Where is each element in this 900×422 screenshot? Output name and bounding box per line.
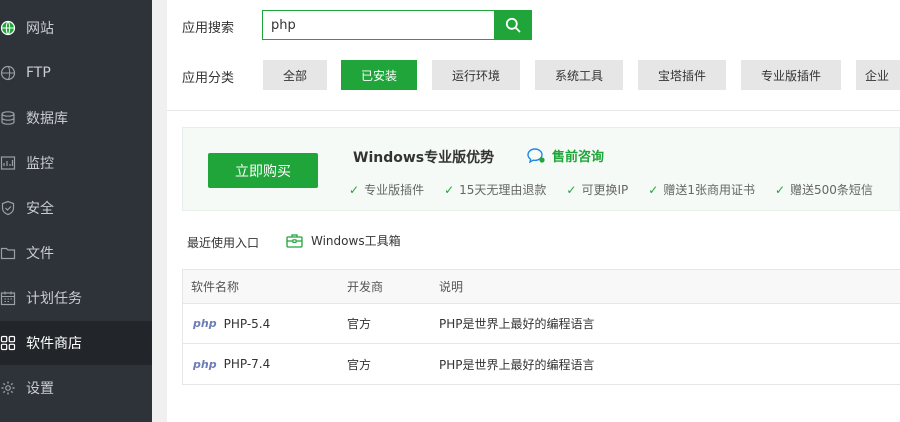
table-header: 软件名称 开发商 说明 <box>183 270 900 304</box>
search-button[interactable] <box>494 10 532 40</box>
category-label: 应用分类 <box>182 71 235 86</box>
sidebar-item-monitor[interactable]: 监控 <box>0 141 152 185</box>
software-name-cell: php PHP-7.4 <box>183 357 347 371</box>
table-row[interactable]: php PHP-5.4 官方 PHP是世界上最好的编程语言 <box>183 304 900 344</box>
folder-icon <box>0 245 16 261</box>
globe-icon <box>0 20 16 36</box>
table-row[interactable]: php PHP-7.4 官方 PHP是世界上最好的编程语言 <box>183 344 900 384</box>
column-header-description[interactable]: 说明 <box>439 278 900 295</box>
buy-now-button[interactable]: 立即购买 <box>208 153 318 188</box>
search-icon <box>505 17 521 33</box>
category-system-tools[interactable]: 系统工具 <box>535 60 623 90</box>
sidebar-item-label: 计划任务 <box>26 291 82 307</box>
shield-icon <box>0 200 16 216</box>
main-content: 应用搜索 应用分类 全部 已安装 运行环境 系统工具 宝塔插件 专业版插件 企业… <box>152 0 900 422</box>
sidebar-item-label: 网站 <box>26 21 54 37</box>
ftp-icon <box>0 65 16 81</box>
description-cell: PHP是世界上最好的编程语言 <box>439 357 595 372</box>
consult-label: 售前咨询 <box>552 150 605 165</box>
calendar-icon <box>0 290 16 306</box>
feature-label: 专业版插件 <box>364 183 425 197</box>
promo-title: Windows专业版优势 <box>353 150 495 166</box>
category-runtime[interactable]: 运行环境 <box>432 60 520 90</box>
sidebar-item-ftp[interactable]: FTP <box>0 51 152 95</box>
feature-item: ✓ 可更换IP <box>566 181 628 198</box>
sidebar-item-label: 监控 <box>26 156 54 172</box>
column-header-name[interactable]: 软件名称 <box>183 278 347 295</box>
check-icon: ✓ <box>774 182 786 197</box>
grid-icon <box>0 335 16 351</box>
feature-item: ✓ 赠送500条短信 <box>775 181 873 198</box>
feature-item: ✓ 15天无理由退款 <box>444 181 546 198</box>
feature-item: ✓ 赠送1张商用证书 <box>648 181 755 198</box>
database-icon <box>0 110 16 126</box>
pro-promo-banner: 立即购买 Windows专业版优势 售前咨询 ✓ 专业版插件 ✓ 15天无理由退款 … <box>182 127 900 211</box>
category-enterprise[interactable]: 企业 <box>856 60 900 90</box>
category-pro-plugins[interactable]: 专业版插件 <box>741 60 841 90</box>
chat-icon <box>527 147 545 163</box>
software-table: 软件名称 开发商 说明 php PHP-5.4 官方 PHP是世界上最好的编程语… <box>182 269 900 385</box>
gear-icon <box>0 380 16 396</box>
sidebar-item-database[interactable]: 数据库 <box>0 96 152 140</box>
sidebar-item-cron[interactable]: 计划任务 <box>0 276 152 320</box>
sidebar-item-files[interactable]: 文件 <box>0 231 152 275</box>
sidebar: 网站 FTP 数据库 监控 安全 文件 计划任务 软件商店 设置 <box>0 0 152 422</box>
sidebar-item-label: FTP <box>26 65 51 81</box>
sidebar-item-label: 软件商店 <box>26 336 82 352</box>
search-input[interactable] <box>262 10 494 40</box>
sidebar-item-settings[interactable]: 设置 <box>0 366 152 410</box>
monitor-icon <box>0 155 16 171</box>
software-name[interactable]: PHP-5.4 <box>224 317 271 331</box>
check-icon: ✓ <box>566 182 577 197</box>
description-cell: PHP是世界上最好的编程语言 <box>439 317 595 331</box>
presales-consult-link[interactable]: 售前咨询 <box>526 146 604 165</box>
check-icon: ✓ <box>444 182 455 197</box>
windows-toolbox-link[interactable]: Windows工具箱 <box>286 232 401 249</box>
feature-list: ✓ 专业版插件 ✓ 15天无理由退款 ✓ 可更换IP ✓ 赠送1张商用证书 ✓ 赠送500… <box>349 181 893 198</box>
software-name[interactable]: PHP-7.4 <box>224 357 271 371</box>
sidebar-item-security[interactable]: 安全 <box>0 186 152 230</box>
search-label: 应用搜索 <box>182 21 235 36</box>
software-name-cell: php PHP-5.4 <box>183 317 347 331</box>
sidebar-item-label: 数据库 <box>26 111 68 127</box>
feature-label: 赠送1张商用证书 <box>663 183 755 197</box>
feature-label: 赠送500条短信 <box>790 183 873 197</box>
sidebar-item-label: 设置 <box>26 381 54 397</box>
category-installed[interactable]: 已安装 <box>341 60 417 90</box>
feature-label: 15天无理由退款 <box>459 183 547 197</box>
recent-entry-label: 最近使用入口 <box>187 236 260 250</box>
php-logo-icon: php <box>193 317 217 330</box>
sidebar-item-label: 文件 <box>26 246 54 262</box>
sidebar-item-website[interactable]: 网站 <box>0 6 152 50</box>
sidebar-item-label: 安全 <box>26 201 54 217</box>
vendor-cell: 官方 <box>347 357 372 372</box>
check-icon: ✓ <box>648 182 659 197</box>
check-icon: ✓ <box>349 182 360 197</box>
vendor-cell: 官方 <box>347 317 372 331</box>
feature-item: ✓ 专业版插件 <box>349 181 424 198</box>
toolbox-label: Windows工具箱 <box>311 234 401 248</box>
content-panel: 立即购买 Windows专业版优势 售前咨询 ✓ 专业版插件 ✓ 15天无理由退款 … <box>167 110 900 422</box>
feature-label: 可更换IP <box>581 183 629 197</box>
php-logo-icon: php <box>193 357 217 371</box>
column-header-vendor[interactable]: 开发商 <box>347 278 439 295</box>
sidebar-item-software-store[interactable]: 软件商店 <box>0 321 152 365</box>
category-all[interactable]: 全部 <box>263 60 327 90</box>
filter-panel: 应用搜索 应用分类 全部 已安装 运行环境 系统工具 宝塔插件 专业版插件 企业 <box>167 0 900 110</box>
toolbox-icon <box>286 234 303 248</box>
category-bt-plugins[interactable]: 宝塔插件 <box>638 60 726 90</box>
